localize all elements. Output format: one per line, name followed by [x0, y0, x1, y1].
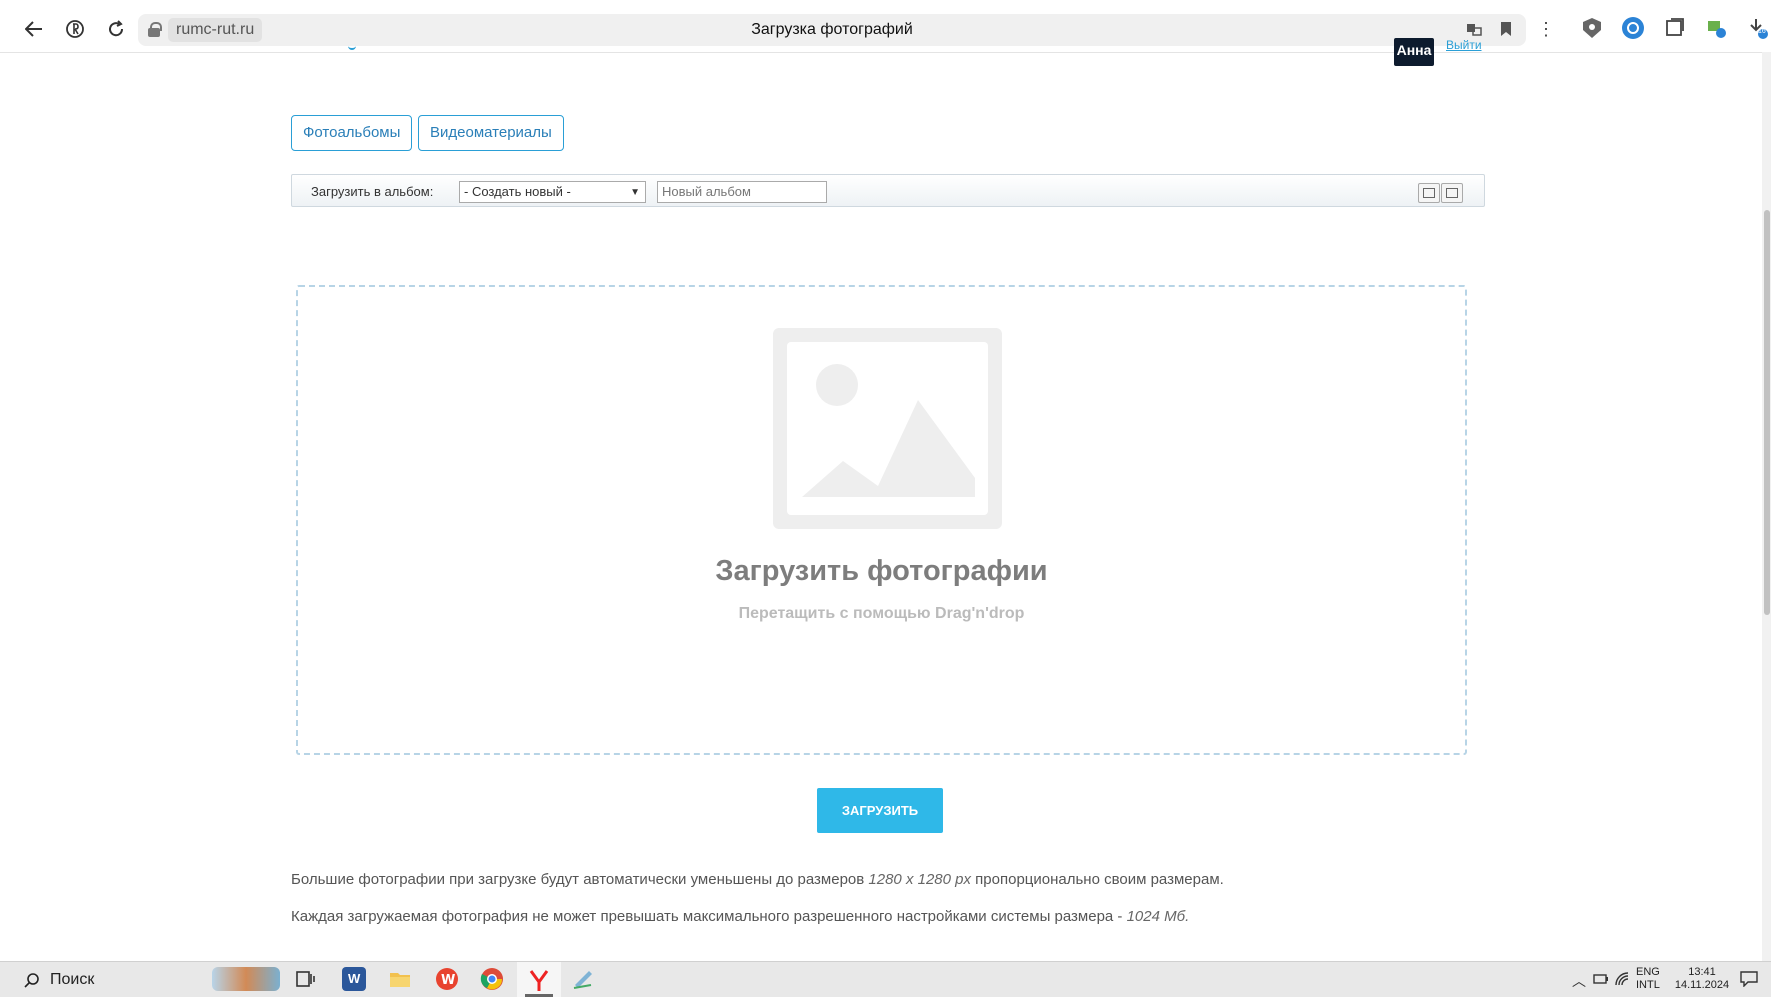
- collections-icon[interactable]: [1664, 17, 1686, 39]
- image-icon: [1446, 188, 1458, 198]
- svg-text:W: W: [441, 973, 455, 988]
- max-dimensions: 1280 x 1280 px: [868, 871, 971, 888]
- max-file-size: 1024 Мб.: [1126, 908, 1190, 925]
- info-text: Большие фотографии при загрузке будут ав…: [291, 871, 869, 888]
- clock-date: 14.11.2024: [1674, 979, 1730, 991]
- user-badge[interactable]: Анна: [1394, 38, 1434, 66]
- yandex-icon[interactable]: [63, 17, 87, 41]
- album-select-value: - Создать новый -: [464, 184, 571, 199]
- windows-search-icon: [24, 972, 39, 988]
- tab-photo-albums[interactable]: Фотоальбомы: [291, 115, 413, 151]
- dropzone-title: Загрузить фотографии: [715, 555, 1048, 587]
- download-icon[interactable]: 16: [1748, 17, 1768, 39]
- bookmark-icon[interactable]: [1500, 21, 1512, 41]
- reload-icon[interactable]: [104, 17, 128, 41]
- upload-to-album-label: Загрузить в альбом:: [311, 184, 434, 199]
- scrollbar-thumb[interactable]: [1764, 210, 1770, 615]
- info-text: пропорционально своим размерам.: [971, 871, 1224, 888]
- info-text: Каждая загружаемая фотография не может п…: [291, 908, 1127, 925]
- chrome-icon[interactable]: [480, 967, 504, 991]
- shield-icon[interactable]: [1581, 17, 1603, 39]
- menu-icon[interactable]: ⋮: [1534, 17, 1558, 41]
- task-view-icon[interactable]: [293, 967, 317, 991]
- word-icon[interactable]: W: [342, 967, 366, 991]
- language-indicator[interactable]: ENG INTL: [1636, 966, 1660, 992]
- large-view-button[interactable]: [1441, 183, 1463, 203]
- download-badge: 16: [1758, 28, 1766, 35]
- extension-icon[interactable]: [1706, 17, 1728, 39]
- browser-toolbar: rumc-rut.ru Загрузка фотографий ⋮ 16: [0, 0, 1771, 53]
- notification-icon[interactable]: [1740, 971, 1758, 992]
- brave-icon[interactable]: W: [435, 967, 459, 991]
- notes-icon[interactable]: [571, 967, 595, 991]
- upload-button[interactable]: ЗАГРУЗИТЬ: [817, 788, 943, 833]
- info-line-2: Каждая загружаемая фотография не может п…: [291, 908, 1189, 925]
- yandex-browser-icon[interactable]: [517, 962, 561, 997]
- search-label: Поиск: [50, 970, 95, 988]
- windows-taskbar: Поиск W W ︿ ENG INTL 13:41 14.11.2024: [0, 961, 1771, 997]
- back-icon[interactable]: [22, 17, 46, 41]
- chevron-down-icon: ▼: [630, 187, 640, 198]
- dropzone-subtitle: Перетащить с помощью Drag'n'drop: [738, 605, 1025, 622]
- search-highlight-image[interactable]: [212, 967, 280, 991]
- wifi-icon[interactable]: [1615, 972, 1631, 991]
- language-top: ENG: [1636, 966, 1660, 978]
- taskbar-search[interactable]: Поиск: [12, 962, 227, 997]
- image-icon: [1423, 188, 1435, 198]
- new-album-input[interactable]: Новый альбом: [657, 181, 827, 203]
- upload-toolbar: Загрузить в альбом: - Создать новый - ▼ …: [291, 174, 1485, 207]
- page-title: Загрузка фотографий: [751, 21, 913, 38]
- extension-icon[interactable]: [1622, 17, 1644, 39]
- chevron-up-icon[interactable]: ︿: [1572, 971, 1586, 991]
- header-logo-fragment: [348, 36, 356, 50]
- clock[interactable]: 13:41 14.11.2024: [1670, 966, 1734, 992]
- tab-video-materials[interactable]: Видеоматериалы: [418, 115, 564, 151]
- small-view-button[interactable]: [1418, 183, 1440, 203]
- info-line-1: Большие фотографии при загрузке будут ав…: [291, 871, 1224, 888]
- clock-time: 13:41: [1688, 966, 1716, 978]
- explorer-icon[interactable]: [388, 967, 412, 991]
- battery-icon[interactable]: [1593, 972, 1609, 991]
- logout-link[interactable]: Выйти: [1446, 38, 1482, 52]
- album-select[interactable]: - Создать новый - ▼: [459, 181, 646, 203]
- address-bar[interactable]: rumc-rut.ru Загрузка фотографий: [138, 14, 1526, 46]
- language-bottom: INTL: [1636, 979, 1660, 991]
- image-placeholder-icon: [773, 328, 1002, 529]
